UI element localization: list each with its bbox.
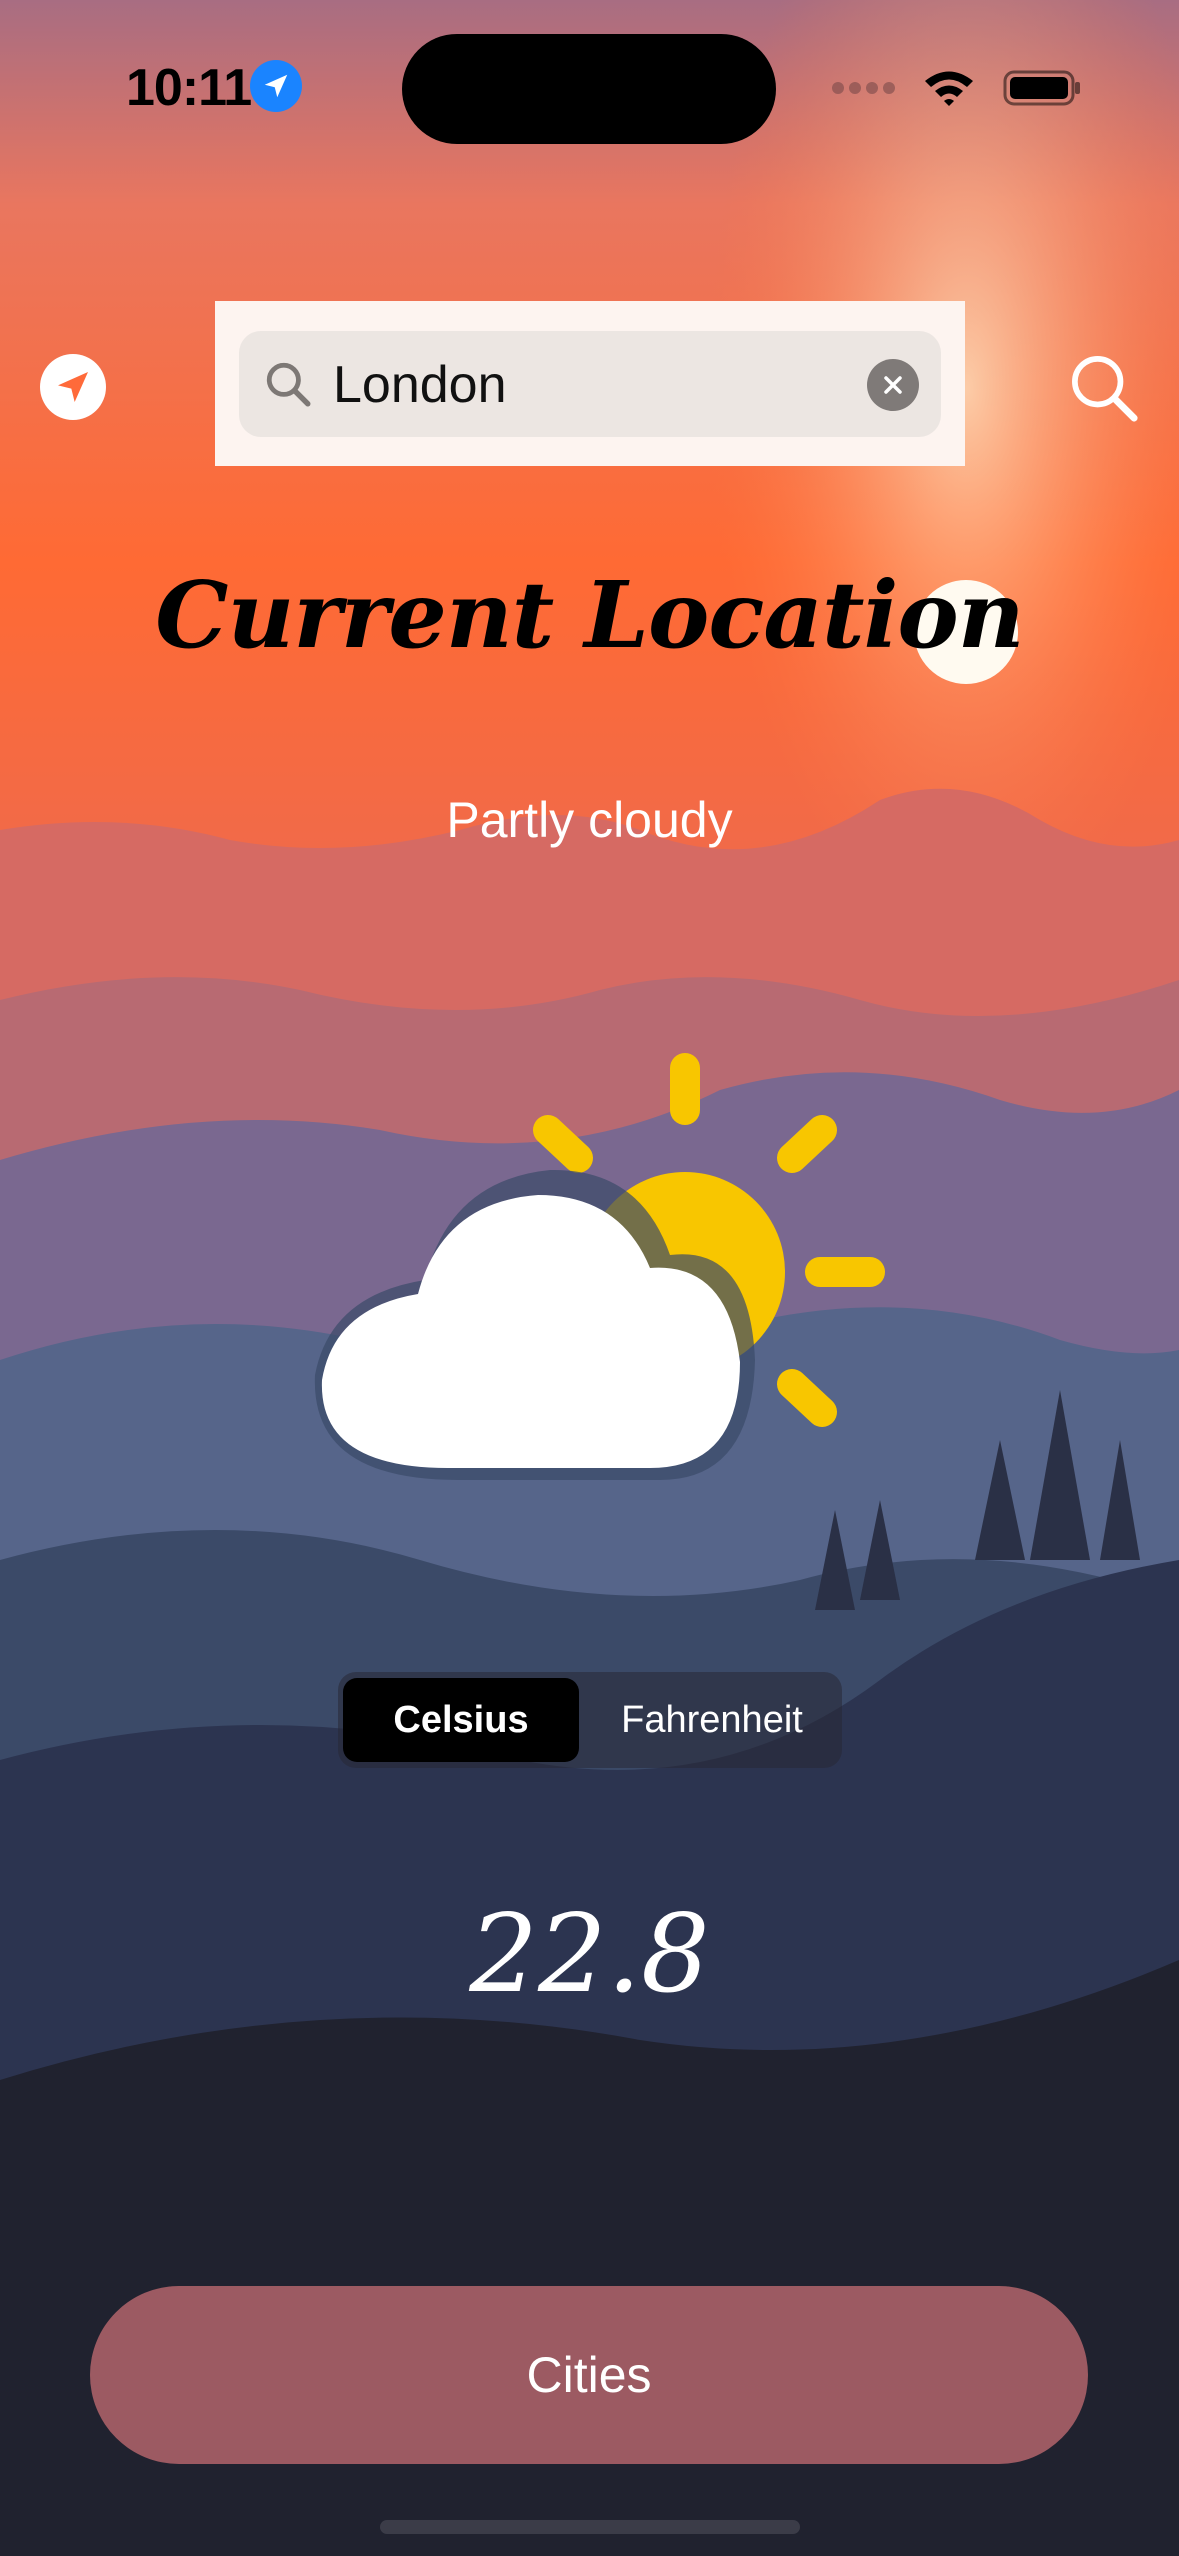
search-input[interactable]: London xyxy=(239,331,941,437)
home-indicator[interactable] xyxy=(380,2520,800,2534)
weather-screen: 10:11 London Current Location Partly clo… xyxy=(0,0,1179,2556)
current-location-button[interactable] xyxy=(40,354,106,420)
clear-icon[interactable] xyxy=(867,359,919,411)
temperature-value: 22.8 xyxy=(469,1892,710,2017)
location-arrow-icon xyxy=(250,60,302,112)
battery-icon xyxy=(1003,70,1080,106)
search-container: London xyxy=(215,301,965,466)
dynamic-island xyxy=(402,34,776,144)
cities-button[interactable]: Cities xyxy=(90,2286,1088,2464)
search-value[interactable]: London xyxy=(333,355,507,415)
magnifier-icon xyxy=(266,362,311,407)
unit-segmented-control: Celsius Fahrenheit xyxy=(338,1672,842,1768)
celsius-option[interactable]: Celsius xyxy=(343,1678,579,1762)
location-title: Current Location xyxy=(155,561,1024,669)
search-icon[interactable] xyxy=(1066,350,1142,426)
weather-condition: Partly cloudy xyxy=(446,792,733,848)
fahrenheit-option[interactable]: Fahrenheit xyxy=(587,1678,837,1762)
location-arrow-icon xyxy=(58,372,88,402)
signal-dots-icon xyxy=(832,82,895,94)
status-icons xyxy=(831,66,1083,110)
partly-cloudy-icon xyxy=(314,1053,885,1480)
wifi-icon xyxy=(925,71,973,106)
status-time: 10:11 xyxy=(126,59,252,117)
